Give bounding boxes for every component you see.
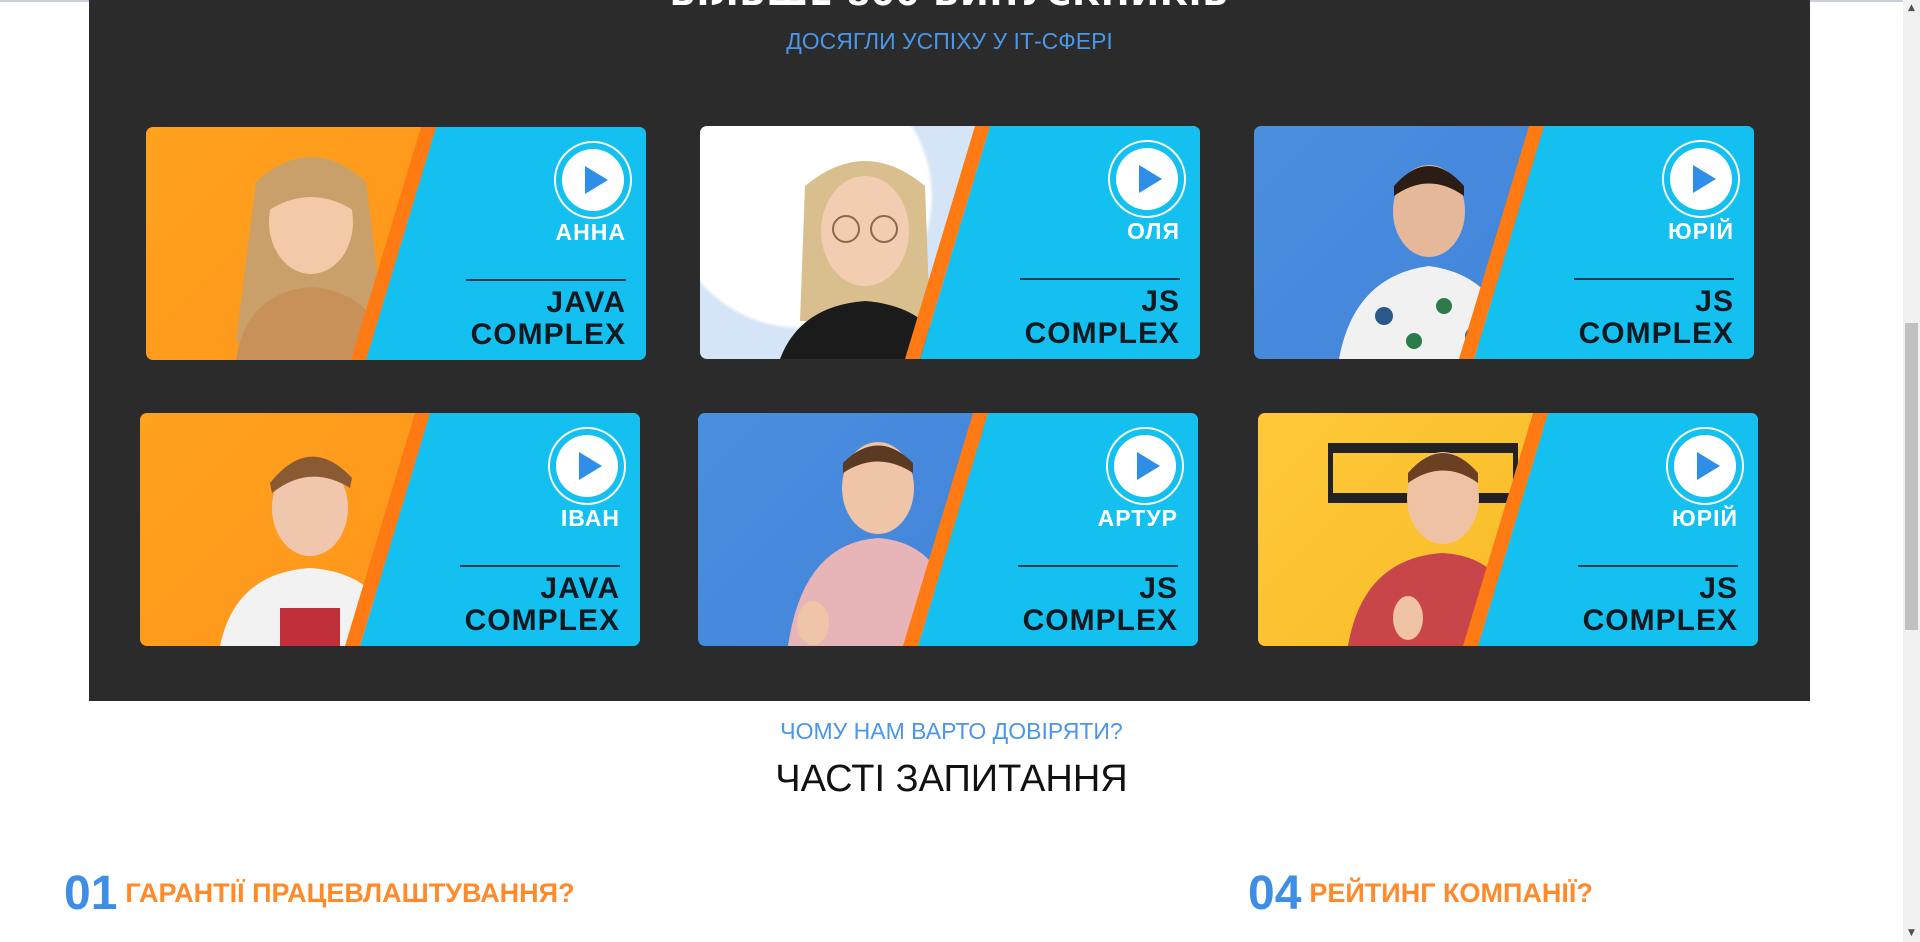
faq-item-04[interactable]: 04 РЕЙТИНГ КОМПАНІЇ? — [1248, 866, 1593, 921]
graduate-name: АРТУР — [1097, 505, 1178, 531]
divider — [460, 565, 620, 567]
scroll-down-icon[interactable]: ▼ — [1903, 925, 1920, 942]
graduate-name: ОЛЯ — [1127, 218, 1180, 244]
faq-question: ГАРАНТІЇ ПРАЦЕВЛАШТУВАННЯ? — [125, 878, 575, 908]
graduate-name: ЮРІЙ — [1668, 218, 1734, 244]
play-icon[interactable] — [1104, 425, 1186, 507]
play-icon[interactable] — [546, 425, 628, 507]
graduate-name: ІВАН — [560, 505, 620, 531]
faq-number: 04 — [1248, 867, 1302, 920]
divider — [466, 279, 626, 281]
graduate-video-card[interactable]: ЮРІЙ JS COMPLEX — [1258, 413, 1758, 646]
graduate-name: ЮРІЙ — [1672, 505, 1738, 531]
divider — [1018, 565, 1178, 567]
graduate-video-card[interactable]: АРТУР JS COMPLEX — [698, 413, 1198, 646]
divider — [1020, 278, 1180, 280]
play-icon[interactable] — [1660, 138, 1742, 220]
graduates-section: БІЛЬШЕ 800 ВИПУСКНИКІВ ДОСЯГЛИ УСПІХУ У … — [89, 0, 1810, 701]
play-icon[interactable] — [1664, 425, 1746, 507]
graduate-video-card[interactable]: АННА JAVA COMPLEX — [146, 127, 646, 360]
section-heading: БІЛЬШЕ 800 ВИПУСКНИКІВ — [89, 0, 1810, 14]
divider — [1574, 278, 1734, 280]
course-name: JS COMPLEX — [1022, 572, 1178, 637]
scroll-thumb[interactable] — [1905, 323, 1918, 630]
section-subheading: ДОСЯГЛИ УСПІХУ У ІТ-СФЕРІ — [786, 28, 1113, 54]
graduate-video-card[interactable]: ІВАН JAVA COMPLEX — [140, 413, 640, 646]
faq-question: РЕЙТИНГ КОМПАНІЇ? — [1309, 878, 1593, 908]
course-name: JAVA COMPLEX — [464, 572, 620, 637]
why-trust-us-label: ЧОМУ НАМ ВАРТО ДОВІРЯТИ? — [780, 718, 1123, 744]
play-icon[interactable] — [1106, 138, 1188, 220]
course-name: JS COMPLEX — [1582, 572, 1738, 637]
scroll-up-icon[interactable]: ▲ — [1903, 0, 1920, 17]
graduate-video-card[interactable]: ОЛЯ JS COMPLEX — [700, 126, 1200, 359]
faq-title: ЧАСТІ ЗАПИТАННЯ — [775, 758, 1128, 800]
faq-number: 01 — [64, 867, 118, 920]
course-name: JAVA COMPLEX — [470, 286, 626, 351]
graduate-name: АННА — [555, 219, 626, 245]
play-icon[interactable] — [552, 139, 634, 221]
faq-item-01[interactable]: 01 ГАРАНТІЇ ПРАЦЕВЛАШТУВАННЯ? — [64, 866, 575, 921]
page: БІЛЬШЕ 800 ВИПУСКНИКІВ ДОСЯГЛИ УСПІХУ У … — [0, 0, 1903, 942]
course-name: JS COMPLEX — [1578, 285, 1734, 350]
graduate-video-card[interactable]: ЮРІЙ JS COMPLEX — [1254, 126, 1754, 359]
course-name: JS COMPLEX — [1024, 285, 1180, 350]
divider — [1578, 565, 1738, 567]
page-scrollbar[interactable]: ▲ ▼ — [1903, 0, 1920, 942]
